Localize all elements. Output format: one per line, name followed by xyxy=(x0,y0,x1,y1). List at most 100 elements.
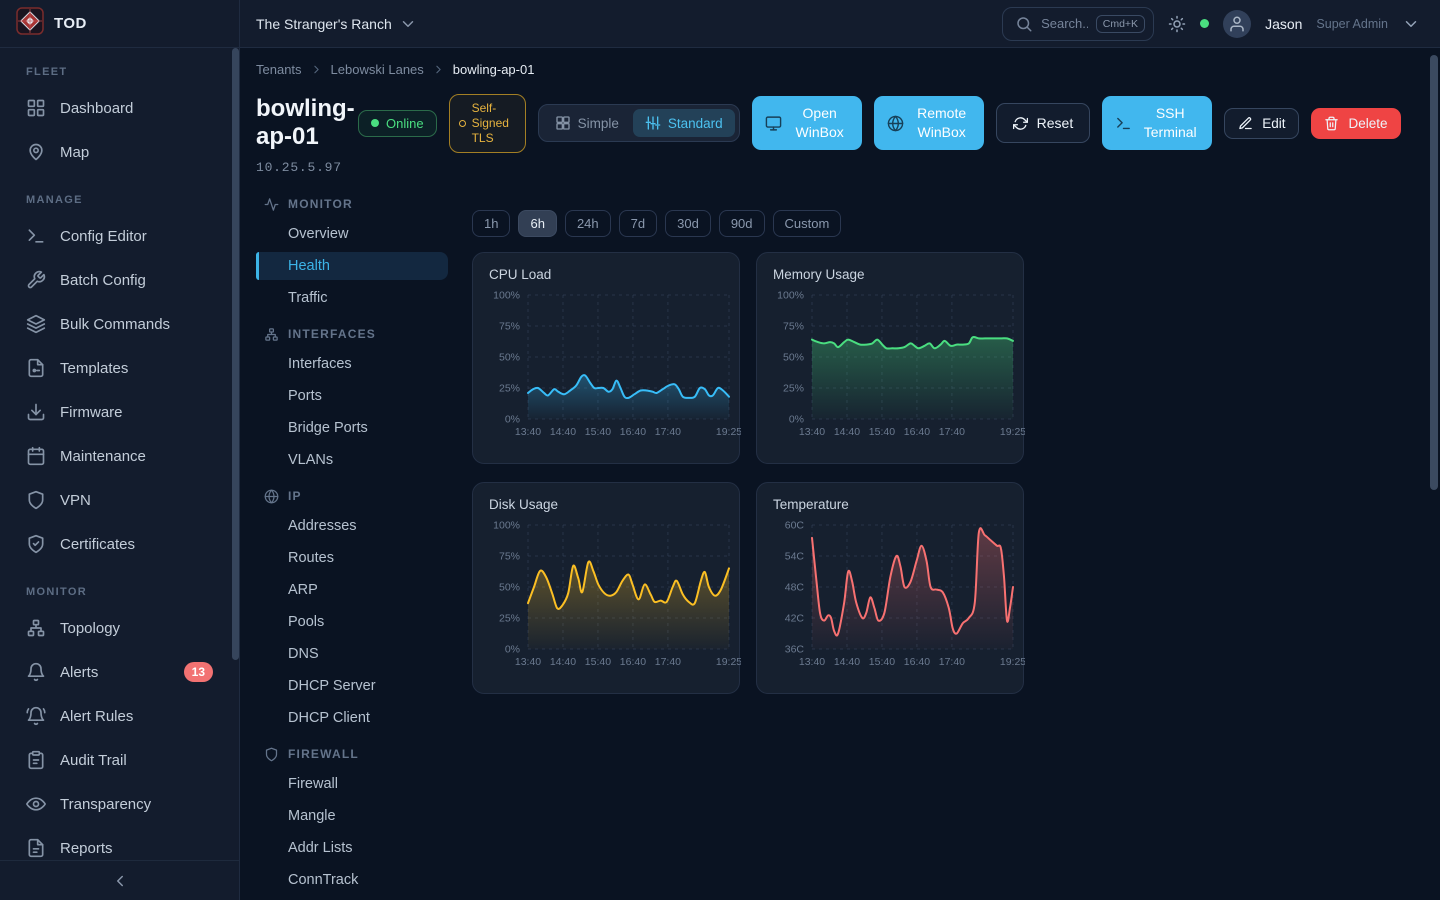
device-actions: Open WinBoxRemote WinBox Reset SSH Termina… xyxy=(752,96,1401,150)
subnav-item-overview[interactable]: Overview xyxy=(256,220,448,248)
button-label: SSH Terminal xyxy=(1141,104,1199,142)
subnav-item-dns[interactable]: DNS xyxy=(256,640,448,668)
button-label: Reset xyxy=(1037,115,1074,131)
collapse-sidebar-button[interactable] xyxy=(0,860,239,900)
sidebar-item-templates[interactable]: Templates xyxy=(12,346,227,390)
svg-text:17:40: 17:40 xyxy=(939,426,965,438)
user-icon xyxy=(1228,15,1246,33)
svg-text:13:40: 13:40 xyxy=(515,426,541,438)
sidebar-item-batch-config[interactable]: Batch Config xyxy=(12,258,227,302)
subnav-item-addresses[interactable]: Addresses xyxy=(256,512,448,540)
sidebar-item-firmware[interactable]: Firmware xyxy=(12,390,227,434)
sidebar-item-config-editor[interactable]: Config Editor xyxy=(12,214,227,258)
sidebar-item-certificates[interactable]: Certificates xyxy=(12,522,227,566)
svg-text:50%: 50% xyxy=(499,352,520,364)
search-input[interactable] xyxy=(1041,16,1088,31)
time-range-custom[interactable]: Custom xyxy=(773,210,842,237)
sidebar-item-audit-trail[interactable]: Audit Trail xyxy=(12,738,227,782)
sidebar-scrollbar[interactable] xyxy=(232,48,239,660)
time-range-24h[interactable]: 24h xyxy=(565,210,611,237)
svg-text:100%: 100% xyxy=(493,520,520,532)
globe-icon xyxy=(887,115,904,132)
subnav-item-dhcp-server[interactable]: DHCP Server xyxy=(256,672,448,700)
subnav-item-routes[interactable]: Routes xyxy=(256,544,448,572)
sidebar-item-label: Topology xyxy=(60,620,120,637)
subnav-section-label: INTERFACES xyxy=(288,327,376,341)
topology-icon xyxy=(264,327,279,342)
sidebar-item-label: Bulk Commands xyxy=(60,316,170,333)
subnav-item-conntrack[interactable]: ConnTrack xyxy=(256,866,448,894)
subnav-item-bridge-ports[interactable]: Bridge Ports xyxy=(256,414,448,442)
sidebar-item-maintenance[interactable]: Maintenance xyxy=(12,434,227,478)
button-label: Edit xyxy=(1262,116,1285,131)
svg-text:25%: 25% xyxy=(499,613,520,625)
subnav-item-arp[interactable]: ARP xyxy=(256,576,448,604)
breadcrumb: TenantsLebowski Lanesbowling-ap-01 xyxy=(256,62,534,77)
tenant-selector[interactable]: The Stranger's Ranch xyxy=(256,15,417,33)
main-scrollbar[interactable] xyxy=(1430,55,1438,490)
breadcrumb-item-tenants[interactable]: Tenants xyxy=(256,62,302,77)
sidebar-item-dashboard[interactable]: Dashboard xyxy=(12,86,227,130)
user-menu-chevron-icon[interactable] xyxy=(1402,15,1420,33)
sidebar-item-label: VPN xyxy=(60,492,91,509)
svg-text:0%: 0% xyxy=(505,414,520,426)
subnav-item-traffic[interactable]: Traffic xyxy=(256,284,448,312)
remote-winbox-button[interactable]: Remote WinBox xyxy=(874,96,984,150)
subnav-section-label: FIREWALL xyxy=(288,747,359,761)
svg-text:15:40: 15:40 xyxy=(585,426,611,438)
time-range-6h[interactable]: 6h xyxy=(518,210,556,237)
subnav-section-firewall: FIREWALL xyxy=(264,744,448,764)
subnav-item-addr-lists[interactable]: Addr Lists xyxy=(256,834,448,862)
sidebar-item-alert-rules[interactable]: Alert Rules xyxy=(12,694,227,738)
view-toggle-simple[interactable]: Simple xyxy=(543,109,631,137)
edit-button[interactable]: Edit xyxy=(1224,108,1299,139)
subnav-item-health[interactable]: Health xyxy=(256,252,448,280)
sidebar-item-map[interactable]: Map xyxy=(12,130,227,174)
view-toggle-standard[interactable]: Standard xyxy=(633,109,735,137)
subnav-item-firewall[interactable]: Firewall xyxy=(256,770,448,798)
time-range-90d[interactable]: 90d xyxy=(719,210,765,237)
svg-text:16:40: 16:40 xyxy=(904,426,930,438)
sidebar-item-vpn[interactable]: VPN xyxy=(12,478,227,522)
sidebar-item-alerts[interactable]: Alerts13 xyxy=(12,650,227,694)
sidebar-item-label: Config Editor xyxy=(60,228,147,245)
sidebar-item-bulk-commands[interactable]: Bulk Commands xyxy=(12,302,227,346)
subnav-item-dhcp-client[interactable]: DHCP Client xyxy=(256,704,448,732)
open-winbox-button[interactable]: Open WinBox xyxy=(752,96,862,150)
view-toggle-label: Simple xyxy=(578,116,619,131)
breadcrumb-item-lebowski-lanes[interactable]: Lebowski Lanes xyxy=(331,62,424,77)
subnav-item-mangle[interactable]: Mangle xyxy=(256,802,448,830)
file-icon xyxy=(26,358,46,378)
time-range-1h[interactable]: 1h xyxy=(472,210,510,237)
cpu-load-chart: 0%25%50%75%100%13:4014:4015:4016:4017:40… xyxy=(473,253,741,465)
theme-toggle-sun-icon[interactable] xyxy=(1168,15,1186,33)
subnav-item-vlans[interactable]: VLANs xyxy=(256,446,448,474)
svg-text:15:40: 15:40 xyxy=(869,426,895,438)
subnav-item-ports[interactable]: Ports xyxy=(256,382,448,410)
subnav-item-interfaces[interactable]: Interfaces xyxy=(256,350,448,378)
svg-text:16:40: 16:40 xyxy=(620,426,646,438)
refresh-icon xyxy=(1013,116,1028,131)
search-icon xyxy=(1015,15,1033,33)
sidebar-item-transparency[interactable]: Transparency xyxy=(12,782,227,826)
sidebar-section-monitor: MONITORTopologyAlerts13Alert RulesAudit … xyxy=(0,568,239,872)
bell-ring-icon xyxy=(26,706,46,726)
sidebar-item-topology[interactable]: Topology xyxy=(12,606,227,650)
subnav-item-pools[interactable]: Pools xyxy=(256,608,448,636)
search-box[interactable]: Cmd+K xyxy=(1002,7,1154,41)
device-header: bowling-ap-01 Online Self-Signed TLS Sim… xyxy=(256,94,1401,152)
chart-card-disk-usage: Disk Usage0%25%50%75%100%13:4014:4015:40… xyxy=(472,482,740,694)
avatar[interactable] xyxy=(1223,10,1251,38)
time-range-30d[interactable]: 30d xyxy=(665,210,711,237)
time-range-7d[interactable]: 7d xyxy=(619,210,657,237)
svg-text:75%: 75% xyxy=(499,321,520,333)
sliders-icon xyxy=(645,115,661,131)
svg-text:17:40: 17:40 xyxy=(939,656,965,668)
ssh-terminal-button[interactable]: SSH Terminal xyxy=(1102,96,1212,150)
reset-button[interactable]: Reset xyxy=(996,103,1091,143)
svg-text:13:40: 13:40 xyxy=(799,656,825,668)
svg-text:17:40: 17:40 xyxy=(655,656,681,668)
sidebar-item-label: Certificates xyxy=(60,536,135,553)
svg-text:54C: 54C xyxy=(785,551,805,563)
delete-button[interactable]: Delete xyxy=(1311,108,1400,139)
